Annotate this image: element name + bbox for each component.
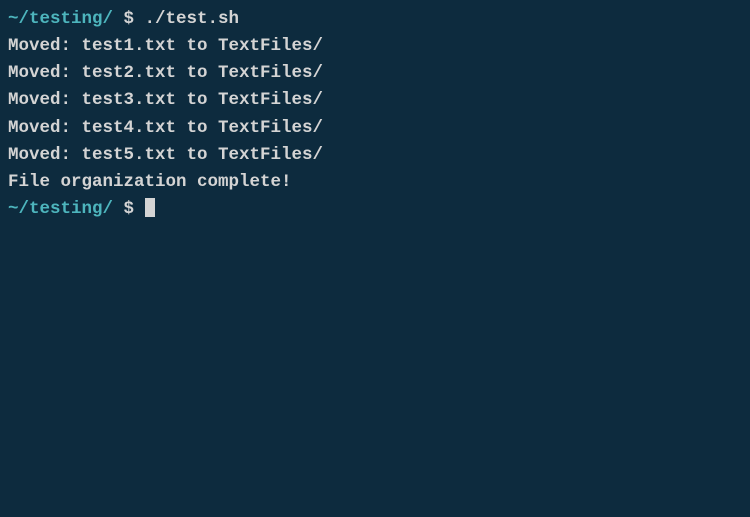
output-line: File organization complete! <box>8 169 742 196</box>
prompt-path: ~/testing/ <box>8 9 113 29</box>
output-line: Moved: test1.txt to TextFiles/ <box>8 33 742 60</box>
command-text: ./test.sh <box>145 9 240 29</box>
prompt-path: ~/testing/ <box>8 199 113 219</box>
output-line: Moved: test5.txt to TextFiles/ <box>8 142 742 169</box>
output-line: Moved: test2.txt to TextFiles/ <box>8 60 742 87</box>
output-line: Moved: test4.txt to TextFiles/ <box>8 115 742 142</box>
terminal-line-1: ~/testing/ $ ./test.sh <box>8 6 742 33</box>
terminal-line-prompt[interactable]: ~/testing/ $ <box>8 196 742 223</box>
output-line: Moved: test3.txt to TextFiles/ <box>8 87 742 114</box>
cursor-icon <box>145 198 155 217</box>
prompt-symbol: $ <box>113 199 145 219</box>
prompt-symbol: $ <box>113 9 145 29</box>
